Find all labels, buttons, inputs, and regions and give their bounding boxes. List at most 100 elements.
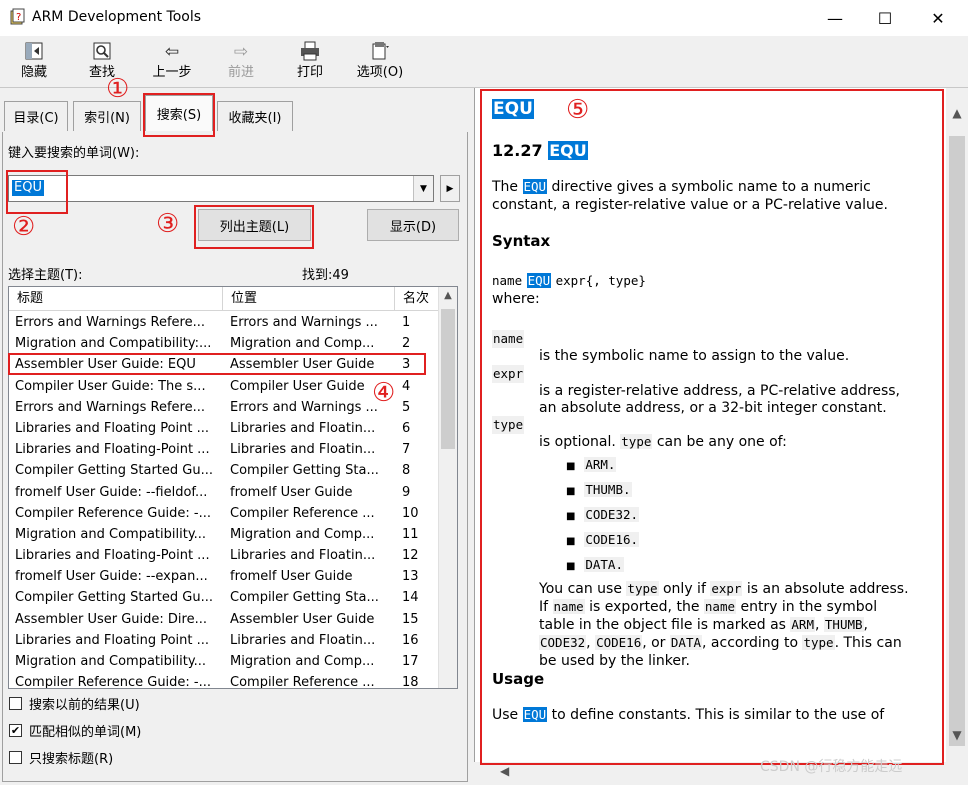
found-count: 找到:49 — [302, 268, 349, 283]
row-rank: 2 — [402, 336, 411, 352]
annotation-box-search-tab — [143, 93, 215, 137]
row-title: Migration and Compatibility:... — [15, 336, 212, 352]
chevron-right-icon[interactable]: ▶ — [440, 175, 460, 202]
row-title: Libraries and Floating Point ... — [15, 632, 210, 648]
watermark: CSDN @行稳方能走远 — [760, 759, 903, 775]
hide-button[interactable]: 隐藏 — [8, 40, 60, 86]
back-button[interactable]: ⇦ 上一步 — [146, 40, 198, 86]
search-previous-checkbox[interactable] — [9, 697, 22, 710]
row-rank: 6 — [402, 420, 411, 436]
row-title: Libraries and Floating Point ... — [15, 420, 210, 436]
maximize-button[interactable]: ☐ — [860, 0, 910, 36]
row-rank: 18 — [402, 675, 419, 689]
row-rank: 13 — [402, 569, 419, 585]
search-prompt-label: 键入要搜索的单词(W): — [8, 146, 140, 161]
match-similar-checkbox[interactable]: ✔ — [9, 724, 22, 737]
forward-arrow-icon: ⇨ — [233, 42, 249, 62]
scroll-up-icon[interactable]: ▲ — [946, 106, 968, 120]
row-rank: 15 — [402, 611, 419, 627]
row-location: Libraries and Floatin... — [230, 548, 376, 564]
table-row[interactable]: fromelf User Guide: --fieldof... fromelf … — [9, 482, 439, 503]
content-scroll-thumb[interactable] — [949, 136, 965, 746]
header-location[interactable]: 位置 — [223, 287, 395, 311]
row-title: fromelf User Guide: --expan... — [15, 569, 208, 585]
table-row[interactable]: Libraries and Floating-Point ... Librarie… — [9, 545, 439, 566]
table-row[interactable]: Migration and Compatibility... Migration … — [9, 651, 439, 672]
print-button[interactable]: 打印 — [284, 40, 336, 86]
row-location: Compiler Reference ... — [230, 675, 375, 689]
row-location: fromelf User Guide — [230, 569, 353, 585]
header-title[interactable]: 标题 — [9, 287, 223, 311]
list-scrollbar[interactable]: ▲ — [438, 287, 457, 688]
minimize-button[interactable]: — — [810, 0, 860, 36]
annotation-box-selected-row — [8, 353, 426, 375]
table-row[interactable]: Migration and Compatibility:... Migration… — [9, 333, 439, 354]
row-location: Compiler Getting Sta... — [230, 463, 379, 479]
annotation-number-3: ③ — [156, 209, 180, 239]
select-topic-label: 选择主题(T): — [8, 268, 83, 283]
chevron-down-icon[interactable]: ▼ — [413, 176, 433, 201]
row-location: Libraries and Floatin... — [230, 420, 376, 436]
annotation-number-2: ② — [12, 212, 36, 242]
help-app-icon: ? — [9, 8, 27, 26]
window-title: ARM Development Tools — [32, 9, 202, 25]
tab-contents[interactable]: 目录(C) — [4, 101, 68, 131]
row-rank: 4 — [402, 378, 411, 394]
row-title: Compiler Getting Started Gu... — [15, 590, 213, 606]
table-row[interactable]: Assembler User Guide: Dire... Assembler U… — [9, 609, 439, 630]
table-row[interactable]: Compiler Reference Guide: -... Compiler R… — [9, 672, 439, 689]
tab-index[interactable]: 索引(N) — [73, 101, 141, 131]
annotation-number-5: ⑤ — [566, 95, 590, 125]
row-rank: 5 — [402, 399, 411, 415]
content-scrollbar[interactable]: ▲ ▼ — [946, 88, 968, 785]
table-row[interactable]: Errors and Warnings Refere... Errors and … — [9, 312, 439, 333]
row-title: Migration and Compatibility... — [15, 526, 207, 542]
search-previous-label: 搜索以前的结果(U) — [29, 698, 140, 713]
titles-only-label: 只搜索标题(R) — [29, 752, 114, 767]
list-header: 标题 位置 名次 — [9, 287, 439, 311]
forward-button[interactable]: ⇨ 前进 — [215, 40, 267, 86]
close-button[interactable]: ✕ — [913, 0, 963, 36]
row-title: Errors and Warnings Refere... — [15, 399, 206, 415]
row-location: Migration and Comp... — [230, 526, 375, 542]
options-icon — [352, 40, 408, 64]
row-title: Compiler Reference Guide: -... — [15, 505, 212, 521]
row-title: Compiler Getting Started Gu... — [15, 463, 213, 479]
table-row[interactable]: Libraries and Floating Point ... Librarie… — [9, 630, 439, 651]
row-location: Errors and Warnings ... — [230, 315, 378, 330]
table-row[interactable]: Libraries and Floating-Point ... Librarie… — [9, 439, 439, 460]
scroll-down-icon[interactable]: ▼ — [946, 728, 968, 742]
row-title: Compiler User Guide: The s... — [15, 378, 206, 394]
annotation-box-list-topics — [194, 205, 314, 249]
row-rank: 14 — [402, 590, 419, 606]
row-title: Compiler Reference Guide: -... — [15, 675, 212, 689]
scroll-up-icon[interactable]: ▲ — [439, 287, 457, 305]
table-row[interactable]: fromelf User Guide: --expan... fromelf Us… — [9, 566, 439, 587]
row-location: Libraries and Floatin... — [230, 632, 376, 648]
annotation-number-1: ① — [106, 74, 130, 104]
row-location: Compiler Reference ... — [230, 505, 375, 521]
hide-icon — [8, 40, 60, 64]
table-row[interactable]: Compiler Getting Started Gu... Compiler G… — [9, 587, 439, 608]
row-title: Errors and Warnings Refere... — [15, 315, 206, 330]
row-rank: 10 — [402, 505, 419, 521]
tab-favorites[interactable]: 收藏夹(I) — [217, 101, 293, 131]
table-row[interactable]: Libraries and Floating Point ... Librarie… — [9, 418, 439, 439]
table-row[interactable]: Migration and Compatibility... Migration … — [9, 524, 439, 545]
annotation-box-search-input — [6, 170, 68, 214]
titles-only-checkbox[interactable] — [9, 751, 22, 764]
table-row[interactable]: Compiler Getting Started Gu... Compiler G… — [9, 460, 439, 481]
topic-list: 标题 位置 名次 Errors and Warnings Refere... Er… — [8, 286, 458, 689]
scroll-thumb[interactable] — [441, 309, 455, 449]
annotation-box-content — [480, 89, 944, 765]
printer-icon — [284, 40, 336, 64]
row-location: fromelf User Guide — [230, 484, 353, 500]
row-rank: 1 — [402, 315, 411, 330]
row-title: fromelf User Guide: --fieldof... — [15, 484, 208, 500]
scroll-left-icon[interactable]: ◀ — [500, 764, 509, 778]
header-rank[interactable]: 名次 — [395, 287, 439, 311]
search-input[interactable]: EQU ▼ — [8, 175, 434, 202]
table-row[interactable]: Compiler Reference Guide: -... Compiler R… — [9, 503, 439, 524]
options-button[interactable]: 选项(O) — [352, 40, 408, 86]
display-button[interactable]: 显示(D) — [367, 209, 459, 241]
